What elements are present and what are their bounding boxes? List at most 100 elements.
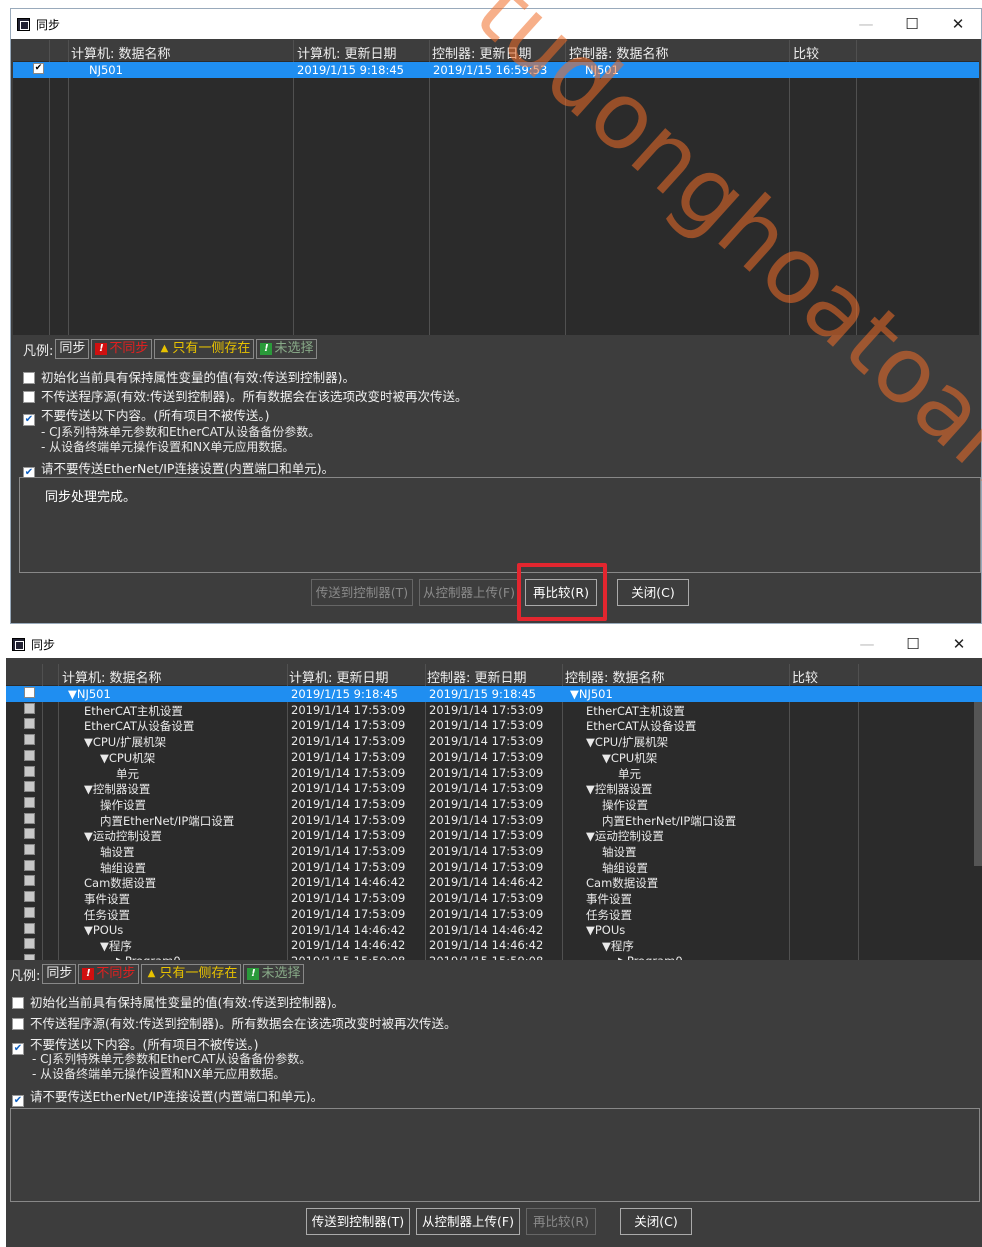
message-box: 同步处理完成。 [19,477,981,573]
maximize-icon[interactable]: ☐ [890,635,936,653]
tree-row[interactable]: 任务设置 2019/1/14 17:53:09 2019/1/14 17:53:09… [6,906,982,922]
tree-row[interactable]: 轴设置 2019/1/14 17:53:09 2019/1/14 17:53:09 轴… [6,843,982,859]
checkbox[interactable]: ✔ [12,1095,24,1107]
option-no-source[interactable]: 不传送程序源(有效:传送到控制器)。所有数据会在该选项改变时被再次传送。 [23,386,467,405]
row-checkbox[interactable] [24,749,35,761]
checkbox[interactable] [23,372,35,384]
row-checkbox[interactable] [24,734,35,746]
row-checkbox[interactable] [24,687,35,698]
tree-row[interactable]: ▼POUs 2019/1/14 14:46:42 2019/1/14 14:46:4… [6,922,982,938]
col-ctrl-date[interactable]: 控制器: 更新日期 [432,43,532,62]
checkbox[interactable]: ✔ [12,1043,24,1055]
tree-row[interactable]: 单元 2019/1/14 17:53:09 2019/1/14 17:53:09 单元 [6,765,982,781]
ctrl-name: ▼程序 [602,939,634,954]
row-checkbox[interactable] [24,844,35,855]
tree-row[interactable]: 事件设置 2019/1/14 17:53:09 2019/1/14 17:53:09… [6,890,982,906]
col-ctrl-date[interactable]: 控制器: 更新日期 [427,667,527,686]
legend-label: 凡例: [10,968,41,984]
minimize-icon[interactable]: — [843,15,889,33]
ctrl-date: 2019/1/14 17:53:09 [429,718,544,733]
pc-name: 轴组设置 [100,860,146,875]
sub-line: - 从设备终端单元操作设置和NX单元应用数据。 [41,440,295,454]
checkbox[interactable] [12,997,24,1009]
pc-name: EtherCAT从设备设置 [84,719,195,734]
col-ctrl-name[interactable]: 控制器: 数据名称 [569,43,669,62]
row-checkbox[interactable] [24,906,35,918]
row-checkbox[interactable] [24,718,35,730]
close-icon[interactable]: ✕ [936,635,982,653]
col-pc-name[interactable]: 计算机: 数据名称 [71,43,171,62]
option-init-retain[interactable]: 初始化当前具有保持属性变量的值(有效:传送到控制器)。 [12,992,344,1011]
col-pc-name[interactable]: 计算机: 数据名称 [62,667,162,686]
tree-row[interactable]: ▼运动控制设置 2019/1/14 17:53:09 2019/1/14 17:53… [6,827,982,843]
row-checkbox[interactable] [24,796,35,808]
row-checkbox[interactable] [24,859,35,871]
checkbox[interactable] [12,1018,24,1030]
upload-from-controller-button[interactable]: 从控制器上传(F) [419,579,519,606]
checkbox[interactable] [23,391,35,403]
ctrl-name: 轴组设置 [602,860,648,875]
option-init-retain[interactable]: 初始化当前具有保持属性变量的值(有效:传送到控制器)。 [23,367,355,386]
option-no-ethernetip[interactable]: ✔ 请不要传送EtherNet/IP连接设置(内置端口和单元)。 [12,1086,323,1107]
tree-row[interactable]: ▶Program0 2019/1/15 15:59:08 2019/1/15 15:… [6,953,982,960]
close-button[interactable]: 关闭(C) [617,579,689,606]
table-row[interactable]: ✔ NJ501 2019/1/15 9:18:45 2019/1/15 16:5… [13,62,979,78]
close-button[interactable]: 关闭(C) [620,1208,692,1235]
close-icon[interactable]: ✕ [935,15,981,33]
info-icon: ! [260,343,273,355]
error-icon: ! [82,968,95,980]
ctrl-date: 2019/1/14 17:53:09 [429,765,544,780]
transfer-to-controller-button[interactable]: 传送到控制器(T) [311,579,413,606]
option-no-source[interactable]: 不传送程序源(有效:传送到控制器)。所有数据会在该选项改变时被再次传送。 [12,1013,456,1032]
tree-row[interactable]: 轴组设置 2019/1/14 17:53:09 2019/1/14 17:53:09… [6,859,982,875]
recompare-button[interactable]: 再比较(R) [526,1208,596,1235]
tree-row[interactable]: Cam数据设置 2019/1/14 14:46:42 2019/1/14 14:46… [6,874,982,890]
ctrl-name: ▼CPU/扩展机架 [586,735,669,750]
tree-row[interactable]: ▼CPU/扩展机架 2019/1/14 17:53:09 2019/1/14 17:… [6,733,982,749]
tree-row[interactable]: EtherCAT主机设置 2019/1/14 17:53:09 2019/1/14 … [6,702,982,718]
pc-date: 2019/1/14 17:53:09 [291,844,406,858]
row-checkbox[interactable] [24,702,35,714]
col-pc-date[interactable]: 计算机: 更新日期 [289,667,389,686]
ctrl-date: 2019/1/14 17:53:09 [429,781,544,796]
col-compare[interactable]: 比较 [792,667,818,686]
ctrl-date: 2019/1/14 17:53:09 [429,891,544,906]
row-checkbox[interactable] [24,891,35,903]
transfer-to-controller-button[interactable]: 传送到控制器(T) [306,1208,410,1235]
tree-row[interactable]: EtherCAT从设备设置 2019/1/14 17:53:09 2019/1/14… [6,717,982,733]
row-checkbox[interactable] [24,781,35,793]
col-pc-date[interactable]: 计算机: 更新日期 [297,43,397,62]
tree-row[interactable]: 内置EtherNet/IP端口设置 2019/1/14 17:53:09 2019/… [6,812,982,828]
maximize-icon[interactable]: ☐ [889,15,935,33]
option-no-ethernetip[interactable]: ✔ 请不要传送EtherNet/IP连接设置(内置端口和单元)。 [23,458,334,479]
row-checkbox[interactable] [24,922,35,934]
row-checkbox[interactable]: ✔ [33,63,44,74]
ctrl-date: 2019/1/14 17:53:09 [429,734,544,749]
pc-date: 2019/1/14 17:53:09 [291,796,406,811]
pc-name: ▼程序 [100,939,132,954]
title-bar: 同步 — ☐ ✕ [11,9,981,39]
col-ctrl-name[interactable]: 控制器: 数据名称 [565,667,665,686]
row-checkbox[interactable] [24,812,35,824]
row-checkbox[interactable] [24,828,35,840]
tree-row[interactable]: ▼控制器设置 2019/1/14 17:53:09 2019/1/14 17:53:… [6,780,982,796]
tree-row[interactable]: 操作设置 2019/1/14 17:53:09 2019/1/14 17:53:09… [6,796,982,812]
ctrl-date: 2019/1/14 17:53:09 [429,828,544,843]
col-compare[interactable]: 比较 [793,43,819,62]
row-checkbox[interactable] [24,953,35,960]
minimize-icon[interactable]: — [844,635,890,653]
row-checkbox[interactable] [24,938,35,950]
row-checkbox[interactable] [24,875,35,887]
upload-from-controller-button[interactable]: 从控制器上传(F) [416,1208,520,1235]
error-icon: ! [95,343,108,355]
tree-row[interactable]: ▼程序 2019/1/14 14:46:42 2019/1/14 14:46:42 ▼… [6,937,982,953]
row-checkbox[interactable] [24,765,35,777]
pc-date: 2019/1/15 9:18:45 [291,687,398,701]
checkbox[interactable]: ✔ [23,414,35,426]
sync-window-top: 同步 — ☐ ✕ 计算机: 数据名称 计算机: 更新日期 控制器: 更新日期 控… [10,8,982,624]
tree-row[interactable]: ▼NJ501 2019/1/15 9:18:45 2019/1/15 9:18:45… [6,686,982,702]
tree-row[interactable]: ▼CPU机架 2019/1/14 17:53:09 2019/1/14 17:53:… [6,749,982,765]
ctrl-date: 2019/1/14 17:53:09 [429,859,544,874]
pc-name: ▼NJ501 [68,687,111,701]
app-icon [12,637,25,651]
